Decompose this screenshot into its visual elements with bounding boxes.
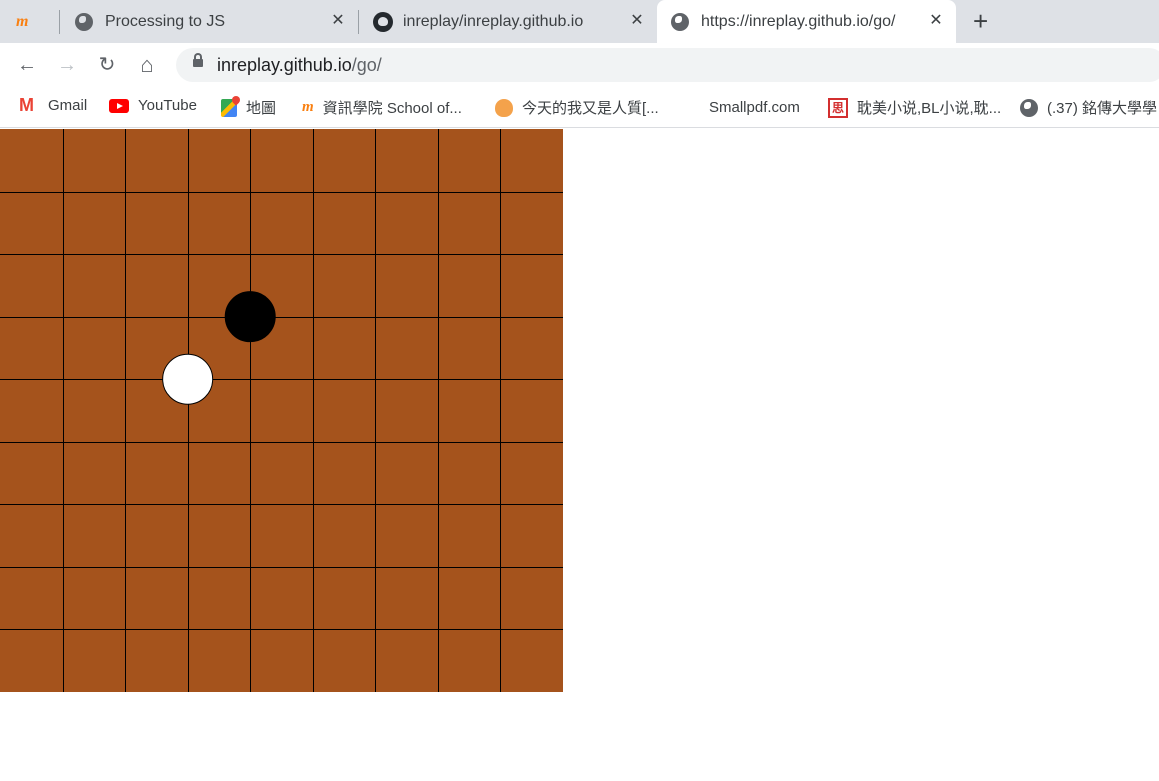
close-icon[interactable]: ✕ (927, 12, 945, 30)
tab-go-active[interactable]: https://inreplay.github.io/go/ ✕ (657, 0, 956, 43)
url-host: inreplay.github.io (217, 55, 352, 75)
go-board[interactable] (0, 129, 563, 692)
tab-moodle[interactable]: m (16, 0, 56, 43)
url-path: /go/ (351, 55, 382, 75)
url-text[interactable]: inreplay.github.io/go/ (217, 55, 382, 76)
si-icon: 思 (828, 97, 848, 118)
moodle-icon: m (302, 99, 314, 115)
globe-icon (75, 12, 93, 31)
tab-github[interactable]: inreplay/inreplay.github.io ✕ (360, 0, 656, 43)
white-stone (162, 353, 214, 405)
fox-icon (495, 98, 513, 117)
tab-processing[interactable]: Processing to JS ✕ (62, 0, 358, 43)
home-button[interactable]: ⌂ (135, 53, 159, 77)
back-button[interactable]: ← (15, 53, 39, 77)
tab-title: inreplay/inreplay.github.io (403, 12, 584, 30)
forward-button[interactable]: → (55, 53, 79, 77)
bookmark-mcu[interactable]: (.37) 銘傳大學學 (1020, 97, 1157, 118)
bookmark-label: 耽美小说,BL小说,耽... (857, 100, 1002, 117)
board-background[interactable] (0, 129, 563, 692)
lock-icon[interactable] (193, 53, 203, 67)
globe-icon (1020, 98, 1038, 117)
tab-separator (358, 10, 359, 34)
page-content (0, 129, 1159, 781)
bookmark-smallpdf[interactable]: Smallpdf.com (680, 97, 800, 117)
new-tab-button[interactable]: + (973, 8, 988, 34)
moodle-icon: m (16, 12, 29, 30)
toolbar: ← → ↻ ⌂ inreplay.github.io/go/ (0, 43, 1159, 88)
smallpdf-icon (680, 97, 700, 117)
bookmark-youtube[interactable]: YouTube (109, 97, 197, 114)
reload-button[interactable]: ↻ (95, 53, 119, 77)
bookmark-label: Gmail (48, 97, 88, 114)
bookmark-label: (.37) 銘傳大學學 (1047, 100, 1158, 117)
bookmark-gmail[interactable]: Gmail (19, 95, 88, 116)
youtube-icon (109, 98, 129, 113)
tab-separator (59, 10, 60, 34)
bookmark-label: 資訊學院 School of... (322, 100, 462, 117)
bookmark-label: YouTube (138, 97, 197, 114)
black-stone (224, 291, 276, 343)
bookmark-label: Smallpdf.com (709, 98, 800, 116)
globe-icon (671, 12, 689, 31)
bookmark-maps[interactable]: 地圖 (221, 97, 276, 118)
bookmark-novel[interactable]: 思 耽美小说,BL小说,耽... (828, 97, 1001, 118)
github-icon (373, 11, 393, 32)
bookmark-label: 地圖 (246, 100, 277, 117)
maps-icon (221, 98, 237, 117)
bookmark-label: 今天的我又是人質[... (522, 100, 659, 117)
tab-strip: m Processing to JS ✕ inreplay/inreplay.g… (0, 0, 1159, 43)
close-icon[interactable]: ✕ (329, 12, 347, 30)
address-bar[interactable]: inreplay.github.io/go/ (176, 48, 1159, 82)
gmail-icon (19, 95, 39, 116)
bookmark-school[interactable]: m 資訊學院 School of... (302, 97, 462, 118)
tab-title: Processing to JS (105, 12, 226, 30)
bookmark-fox[interactable]: 今天的我又是人質[... (495, 97, 659, 118)
tab-title: https://inreplay.github.io/go/ (701, 12, 896, 30)
bookmarks-bar: Gmail YouTube 地圖 m 資訊學院 School of... 今天的… (0, 88, 1159, 128)
close-icon[interactable]: ✕ (628, 12, 646, 30)
